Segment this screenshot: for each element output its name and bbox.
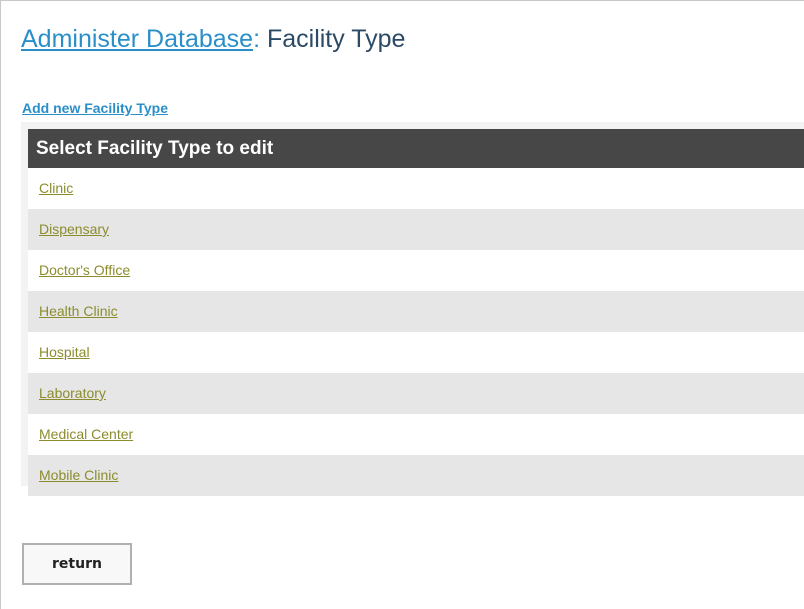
facility-type-list-panel: Select Facility Type to edit Clinic Disp… <box>21 122 804 496</box>
facility-type-link-clinic[interactable]: Clinic <box>39 169 73 208</box>
table-row: Mobile Clinic <box>28 455 804 496</box>
table-row: Hospital <box>28 332 804 373</box>
table-row: Laboratory <box>28 373 804 414</box>
facility-type-link-health-clinic[interactable]: Health Clinic <box>39 292 118 331</box>
facility-type-link-hospital[interactable]: Hospital <box>39 333 90 372</box>
add-facility-type-link[interactable]: Add new Facility Type <box>22 100 168 116</box>
page-frame: Administer Database: Facility Type Add n… <box>0 0 804 609</box>
table-row: Clinic <box>28 168 804 209</box>
table-row: Medical Center <box>28 414 804 455</box>
facility-type-table: Select Facility Type to edit Clinic Disp… <box>28 129 804 496</box>
title-separator: : <box>253 25 261 53</box>
table-row: Dispensary <box>28 209 804 250</box>
facility-type-table-header: Select Facility Type to edit <box>28 129 804 168</box>
facility-type-link-dispensary[interactable]: Dispensary <box>39 210 109 249</box>
page-title-text: Facility Type <box>266 25 406 53</box>
facility-type-link-medical-center[interactable]: Medical Center <box>39 415 133 454</box>
return-button[interactable]: return <box>22 543 132 585</box>
facility-type-link-doctors-office[interactable]: Doctor's Office <box>39 251 130 290</box>
table-row: Doctor's Office <box>28 250 804 291</box>
page-title: Administer Database: Facility Type <box>21 23 405 55</box>
facility-type-link-laboratory[interactable]: Laboratory <box>39 374 106 413</box>
administer-database-link[interactable]: Administer Database <box>21 25 253 53</box>
facility-type-link-mobile-clinic[interactable]: Mobile Clinic <box>39 456 118 495</box>
table-row: Health Clinic <box>28 291 804 332</box>
